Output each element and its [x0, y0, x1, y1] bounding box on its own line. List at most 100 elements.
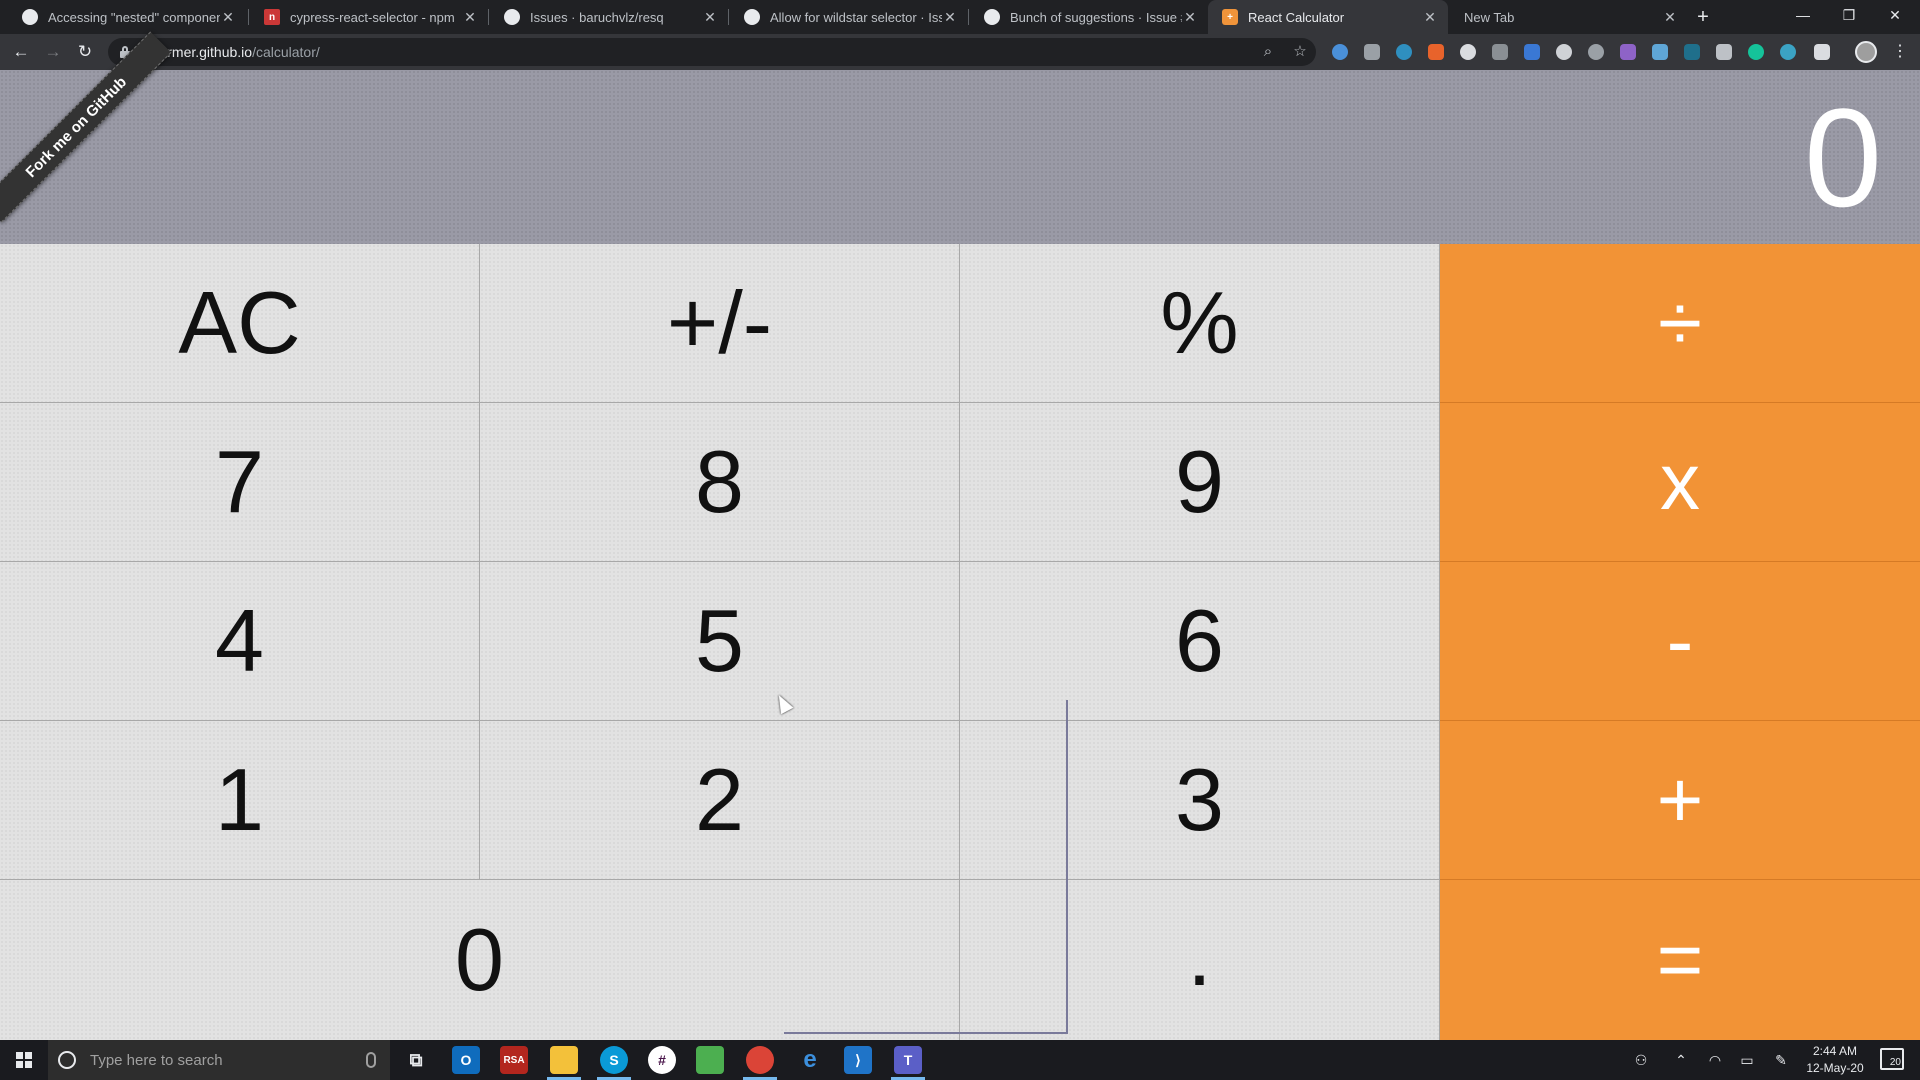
tab-title: React Calculator [1248, 9, 1345, 25]
extension-icon[interactable] [1716, 44, 1732, 60]
tab-wildstar-selector[interactable]: Allow for wildstar selector · Issue ✕ [730, 0, 968, 34]
display-value: 0 [1804, 79, 1882, 236]
outlook-icon[interactable]: O [452, 1046, 480, 1074]
date: 12-May-20 [1806, 1061, 1864, 1075]
key-3[interactable]: 3 [960, 721, 1440, 880]
task-view-icon[interactable]: ⧉ [402, 1046, 430, 1074]
github-icon [984, 9, 1000, 25]
key-0[interactable]: 0 [0, 880, 960, 1040]
wifi-icon[interactable]: ◠ [1706, 1051, 1724, 1069]
window-close-icon[interactable]: ✕ [1872, 0, 1918, 30]
camera-icon[interactable] [1364, 44, 1380, 60]
key-clear[interactable]: AC [0, 244, 480, 403]
restore-icon[interactable]: ❐ [1826, 0, 1872, 30]
windows-logo-icon [16, 1052, 32, 1068]
file-explorer-icon[interactable] [550, 1046, 578, 1074]
key-9[interactable]: 9 [960, 403, 1440, 562]
key-4[interactable]: 4 [0, 562, 480, 721]
rsa-icon[interactable]: RSA [500, 1046, 528, 1074]
close-icon[interactable]: ✕ [702, 9, 718, 26]
github-icon [504, 9, 520, 25]
dark-mode-icon[interactable] [1460, 44, 1476, 60]
key-percent[interactable]: % [960, 244, 1440, 403]
key-divide[interactable]: ÷ [1440, 244, 1920, 403]
pen-icon[interactable]: ✎ [1772, 1051, 1790, 1069]
close-icon[interactable]: ✕ [462, 9, 478, 26]
key-6[interactable]: 6 [960, 562, 1440, 721]
extension-icon[interactable] [1492, 44, 1508, 60]
tab-title: Bunch of suggestions · Issue #34 [1010, 9, 1182, 25]
calculator-keypad: AC +/- % ÷ 7 8 9 x 4 5 6 - 1 2 3 + 0 . = [0, 244, 1920, 1040]
clock[interactable]: 2:44 AM 12-May-20 [1800, 1043, 1870, 1077]
key-add[interactable]: + [1440, 721, 1920, 880]
key-5[interactable]: 5 [480, 562, 960, 721]
key-7[interactable]: 7 [0, 403, 480, 562]
close-icon[interactable]: ✕ [220, 9, 236, 26]
notepad-icon[interactable] [696, 1046, 724, 1074]
tab-issues-resq[interactable]: Issues · baruchvlz/resq ✕ [490, 0, 728, 34]
key-2[interactable]: 2 [480, 721, 960, 880]
slack-icon[interactable]: # [648, 1046, 676, 1074]
people-icon[interactable]: ⚇ [1632, 1051, 1650, 1069]
forward-arrow-icon[interactable]: → [40, 39, 66, 65]
extension-icon[interactable] [1620, 44, 1636, 60]
extension-icon[interactable] [1524, 44, 1540, 60]
windows-taskbar: Type here to search ⧉ O RSA S # e ⟩ T ⚇ … [0, 1040, 1920, 1080]
key-1[interactable]: 1 [0, 721, 480, 880]
extension-icon[interactable] [1332, 44, 1348, 60]
notification-center-icon[interactable]: 20 [1880, 1048, 1904, 1070]
close-icon[interactable]: ✕ [1182, 9, 1198, 26]
extension-icon[interactable] [1588, 44, 1604, 60]
extension-icon[interactable] [1556, 44, 1572, 60]
skype-icon[interactable]: S [600, 1046, 628, 1074]
tab-new-tab[interactable]: New Tab ✕ [1450, 0, 1688, 34]
menu-dots-icon[interactable]: ⋮ [1890, 40, 1910, 64]
tab-divider [728, 9, 729, 25]
key-toggle-sign[interactable]: +/- [480, 244, 960, 403]
minimize-icon[interactable]: — [1780, 0, 1826, 30]
tab-bunch-of-suggestions[interactable]: Bunch of suggestions · Issue #34 ✕ [970, 0, 1208, 34]
github-icon [22, 9, 38, 25]
tab-title: Issues · baruchvlz/resq [530, 9, 664, 25]
key-subtract[interactable]: - [1440, 562, 1920, 721]
edge-icon[interactable]: e [796, 1046, 824, 1074]
url-path: /calculator/ [252, 44, 320, 60]
reload-icon[interactable]: ↻ [72, 39, 98, 65]
key-multiply[interactable]: x [1440, 403, 1920, 562]
close-icon[interactable]: ✕ [1662, 9, 1678, 26]
calculator-display: Fork me on GitHub 0 [0, 31, 1920, 244]
teams-icon[interactable]: T [894, 1046, 922, 1074]
key-decimal[interactable]: . [960, 880, 1440, 1040]
grammarly-icon[interactable] [1748, 44, 1764, 60]
chevron-up-icon[interactable]: ⌃ [1672, 1051, 1690, 1069]
extension-icon[interactable] [1652, 44, 1668, 60]
close-icon[interactable]: ✕ [942, 9, 958, 26]
close-icon[interactable]: ✕ [1422, 9, 1438, 26]
battery-icon[interactable]: ▭ [1738, 1051, 1756, 1069]
avatar[interactable] [1855, 41, 1877, 63]
tab-divider [968, 9, 969, 25]
extension-icon[interactable] [1428, 44, 1444, 60]
extension-icon[interactable] [1780, 44, 1796, 60]
key-equals[interactable]: = [1440, 880, 1920, 1040]
tab-divider [248, 9, 249, 25]
bookmark-star-icon[interactable]: ☆ [1290, 42, 1310, 62]
microphone-icon[interactable] [366, 1052, 376, 1068]
extension-icon[interactable] [1396, 44, 1412, 60]
tab-accessing-nested[interactable]: Accessing "nested" components ✕ [8, 0, 246, 34]
tab-title: Allow for wildstar selector · Issue [770, 9, 942, 25]
calculator-icon: + [1222, 9, 1238, 25]
tab-react-calculator[interactable]: + React Calculator ✕ [1208, 0, 1448, 34]
start-button[interactable] [0, 1040, 48, 1080]
vscode-icon[interactable]: ⟩ [844, 1046, 872, 1074]
back-arrow-icon[interactable]: ← [8, 39, 34, 65]
extension-icon[interactable] [1684, 44, 1700, 60]
address-bar[interactable]: ahfarmer.github.io/calculator/ ⌕ ☆ [108, 38, 1316, 66]
puzzle-icon[interactable] [1814, 44, 1830, 60]
key-8[interactable]: 8 [480, 403, 960, 562]
chrome-icon[interactable] [746, 1046, 774, 1074]
tab-cypress-react-selector[interactable]: n cypress-react-selector - npm ✕ [250, 0, 488, 34]
zoom-icon[interactable]: ⌕ [1258, 42, 1278, 62]
new-tab-button[interactable]: + [1690, 5, 1716, 29]
taskbar-search[interactable]: Type here to search [48, 1040, 390, 1080]
